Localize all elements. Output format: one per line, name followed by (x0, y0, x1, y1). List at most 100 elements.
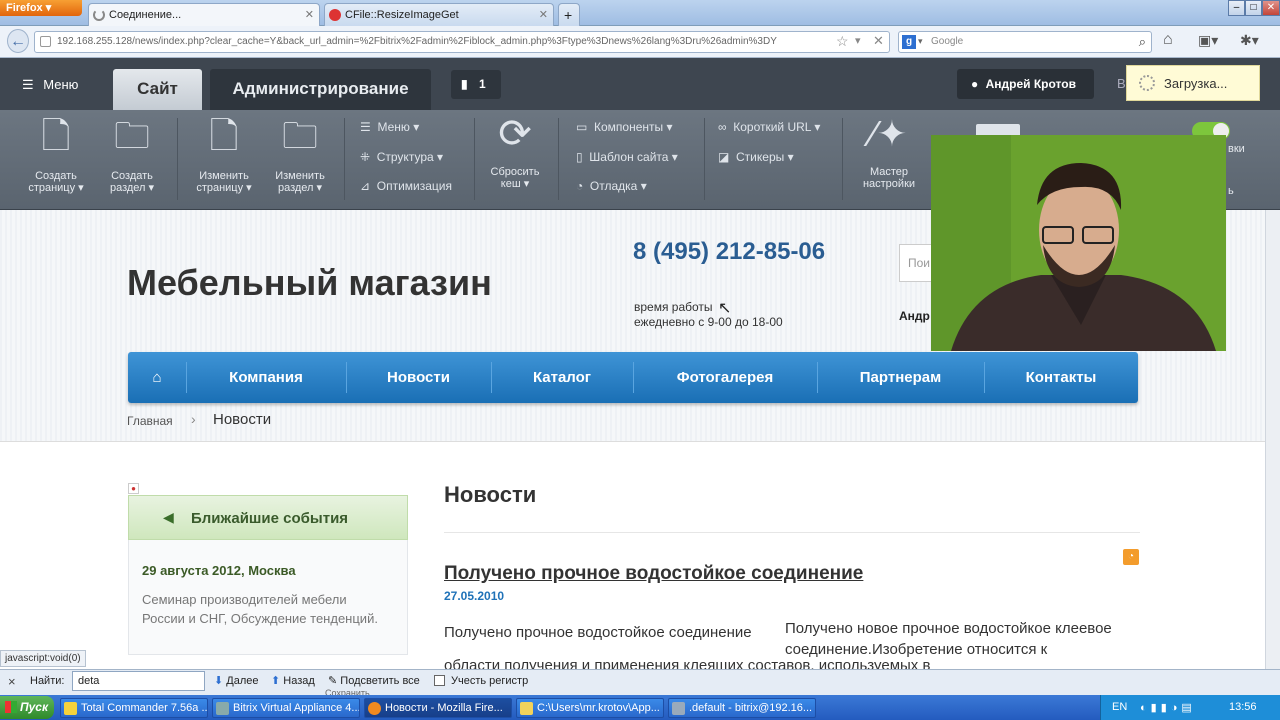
menu-button[interactable]: ☰ Меню (22, 77, 78, 93)
find-next-label: Далее (226, 675, 259, 687)
user-button[interactable]: ● Андрей Кротов (957, 69, 1094, 99)
optimization-tool[interactable]: ⊿ Оптимизация (360, 179, 452, 193)
clock: 13:56 (1229, 701, 1257, 713)
stickers-tool[interactable]: ◪ Стикеры ▾ (718, 150, 794, 164)
firefox-menu-button[interactable]: Firefox ▾ (0, 0, 82, 16)
tab-title: CFile::ResizeImageGet (345, 9, 459, 21)
notifications-button[interactable]: ▮ 1 (451, 70, 501, 99)
template-icon: ▯ (576, 150, 583, 164)
task-ssh[interactable]: .default - bitrix@192.16... (668, 698, 816, 718)
tool-label: Оптимизация (376, 179, 452, 193)
stop-icon[interactable]: ✕ (873, 33, 884, 49)
menu-tool[interactable]: ☰ Меню ▾ (360, 120, 419, 134)
site-title[interactable]: Мебельный магазин (127, 262, 492, 304)
task-firefox[interactable]: Новости - Mozilla Fire... (364, 698, 512, 718)
components-icon: ▭ (576, 120, 588, 134)
create-section-button[interactable]: 🗀 Создать раздел ▾ (100, 118, 164, 195)
rss-icon[interactable]: ◔ (1123, 549, 1139, 565)
start-button[interactable]: Пуск (0, 696, 54, 719)
edit-section-button[interactable]: 🗀 Изменить раздел ▾ (266, 118, 334, 195)
template-tool[interactable]: ▯ Шаблон сайта ▾ (576, 150, 678, 164)
tool-label: кеш ▾ (500, 178, 530, 190)
menu-item-catalog[interactable]: Каталог (491, 352, 633, 403)
toolbar-divider (177, 118, 178, 200)
match-case-label: Учесть регистр (451, 675, 529, 687)
task-total-commander[interactable]: Total Commander 7.56a ... (60, 698, 208, 718)
find-prev-button[interactable]: ⬆ Назад (271, 674, 315, 687)
highlight-label: Подсветить все (340, 675, 420, 687)
menu-item-partners[interactable]: Партнерам (817, 352, 984, 403)
bookmark-star-icon[interactable]: ☆ (836, 33, 849, 50)
news-heading: Новости (444, 482, 537, 507)
tool-label: Стикеры ▾ (736, 150, 794, 164)
structure-icon: ⁜ (360, 150, 371, 164)
reset-cache-button[interactable]: ⟳ Сбросить кеш ▾ (482, 112, 548, 190)
home-icon[interactable]: ⌂ (1163, 31, 1173, 49)
menu-item-contacts[interactable]: Контакты (984, 352, 1138, 403)
gauge-icon: ◔ (576, 179, 584, 193)
tab-cfile[interactable]: CFile::ResizeImageGet ✕ (324, 3, 554, 26)
tool-label: Короткий URL ▾ (733, 120, 821, 134)
bookmarks-icon[interactable]: ▣▾ (1198, 32, 1218, 49)
page-scrollbar[interactable] (1265, 210, 1280, 669)
site-identity-icon (40, 36, 51, 47)
find-input[interactable]: deta (72, 671, 205, 691)
highlight-all-button[interactable]: ✎ Подсветить все (328, 674, 420, 687)
start-label: Пуск (20, 700, 49, 714)
find-next-button[interactable]: ⬇ Далее (214, 674, 259, 687)
new-tab-button[interactable]: + (558, 3, 580, 26)
tab-connection[interactable]: Соединение... ✕ (88, 3, 320, 26)
short-url-tool[interactable]: ∞ Короткий URL ▾ (718, 120, 820, 134)
language-indicator[interactable]: EN (1112, 701, 1127, 713)
dropdown-arrow-icon[interactable]: ▾ (855, 34, 861, 47)
edit-page-button[interactable]: 🗋 Изменить страницу ▾ (190, 118, 258, 195)
menu-item-gallery[interactable]: Фотогалерея (633, 352, 817, 403)
close-tab-icon[interactable]: ✕ (305, 8, 314, 21)
menu-item-news[interactable]: Новости (346, 352, 491, 403)
exit-link[interactable]: В (1117, 76, 1126, 91)
new-page-icon: 🗋 (41, 115, 71, 156)
minimize-button[interactable]: – (1228, 0, 1245, 16)
search-placeholder: Google (931, 36, 964, 47)
close-find-icon[interactable]: × (8, 674, 16, 689)
loading-popup: Загрузка... (1126, 65, 1260, 101)
tab-site[interactable]: Сайт (113, 69, 202, 110)
news-item-title[interactable]: Получено прочное водостойкое соединение (444, 563, 863, 585)
event-date[interactable]: 29 августа 2012, Москва (142, 563, 296, 578)
tool-label: Создать (35, 170, 77, 182)
tab-administration[interactable]: Администрирование (210, 69, 431, 110)
url-input[interactable]: 192.168.255.128/news/index.php?clear_cac… (34, 31, 890, 53)
tray-icons[interactable]: ◐▮▮◑▤ (1140, 701, 1196, 714)
tool-label: Изменить (275, 170, 325, 182)
create-page-button[interactable]: 🗋 Создать страницу ▾ (22, 115, 90, 195)
addon-icon[interactable]: ✱▾ (1240, 32, 1259, 49)
search-input[interactable]: g ▾ Google ⌕ (898, 31, 1152, 53)
find-prev-label: Назад (283, 675, 315, 687)
events-header: ◀ Ближайшие события (128, 495, 408, 540)
toolbar-divider (474, 118, 475, 200)
breadcrumb-home[interactable]: Главная (127, 414, 173, 428)
search-icon[interactable]: ⌕ (1139, 34, 1146, 50)
firefox-label: Firefox (6, 2, 43, 14)
tool-label-partial: ь (1228, 185, 1234, 197)
back-arrow-icon[interactable]: ← (7, 29, 29, 53)
task-bitrix-vm[interactable]: Bitrix Virtual Appliance 4.... (212, 698, 360, 718)
components-tool[interactable]: ▭ Компоненты ▾ (576, 120, 673, 134)
edit-marker-icon[interactable]: ● (128, 483, 139, 494)
close-tab-icon[interactable]: ✕ (539, 8, 548, 21)
loading-text: Загрузка... (1164, 76, 1228, 91)
magic-wand-icon: ⁄✦ (870, 113, 908, 154)
home-icon[interactable]: ⌂ (128, 352, 186, 403)
site-user-link[interactable]: Андр (899, 309, 930, 323)
structure-tool[interactable]: ⁜ Структура ▾ (360, 150, 443, 164)
task-explorer[interactable]: C:\Users\mr.krotov\App... (516, 698, 664, 718)
wizard-button[interactable]: ⁄✦ Мастер настройки (852, 113, 926, 191)
news-item-lead: Получено прочное водостойкое соединение (444, 624, 752, 641)
menu-item-company[interactable]: Компания (186, 352, 346, 403)
maximize-button[interactable]: □ (1245, 0, 1262, 16)
match-case-checkbox[interactable] (434, 675, 445, 686)
debug-tool[interactable]: ◔ Отладка ▾ (576, 179, 647, 193)
close-window-button[interactable]: ✕ (1262, 0, 1280, 16)
tool-label: Компоненты ▾ (594, 120, 673, 134)
refresh-icon: ⟳ (498, 112, 532, 156)
